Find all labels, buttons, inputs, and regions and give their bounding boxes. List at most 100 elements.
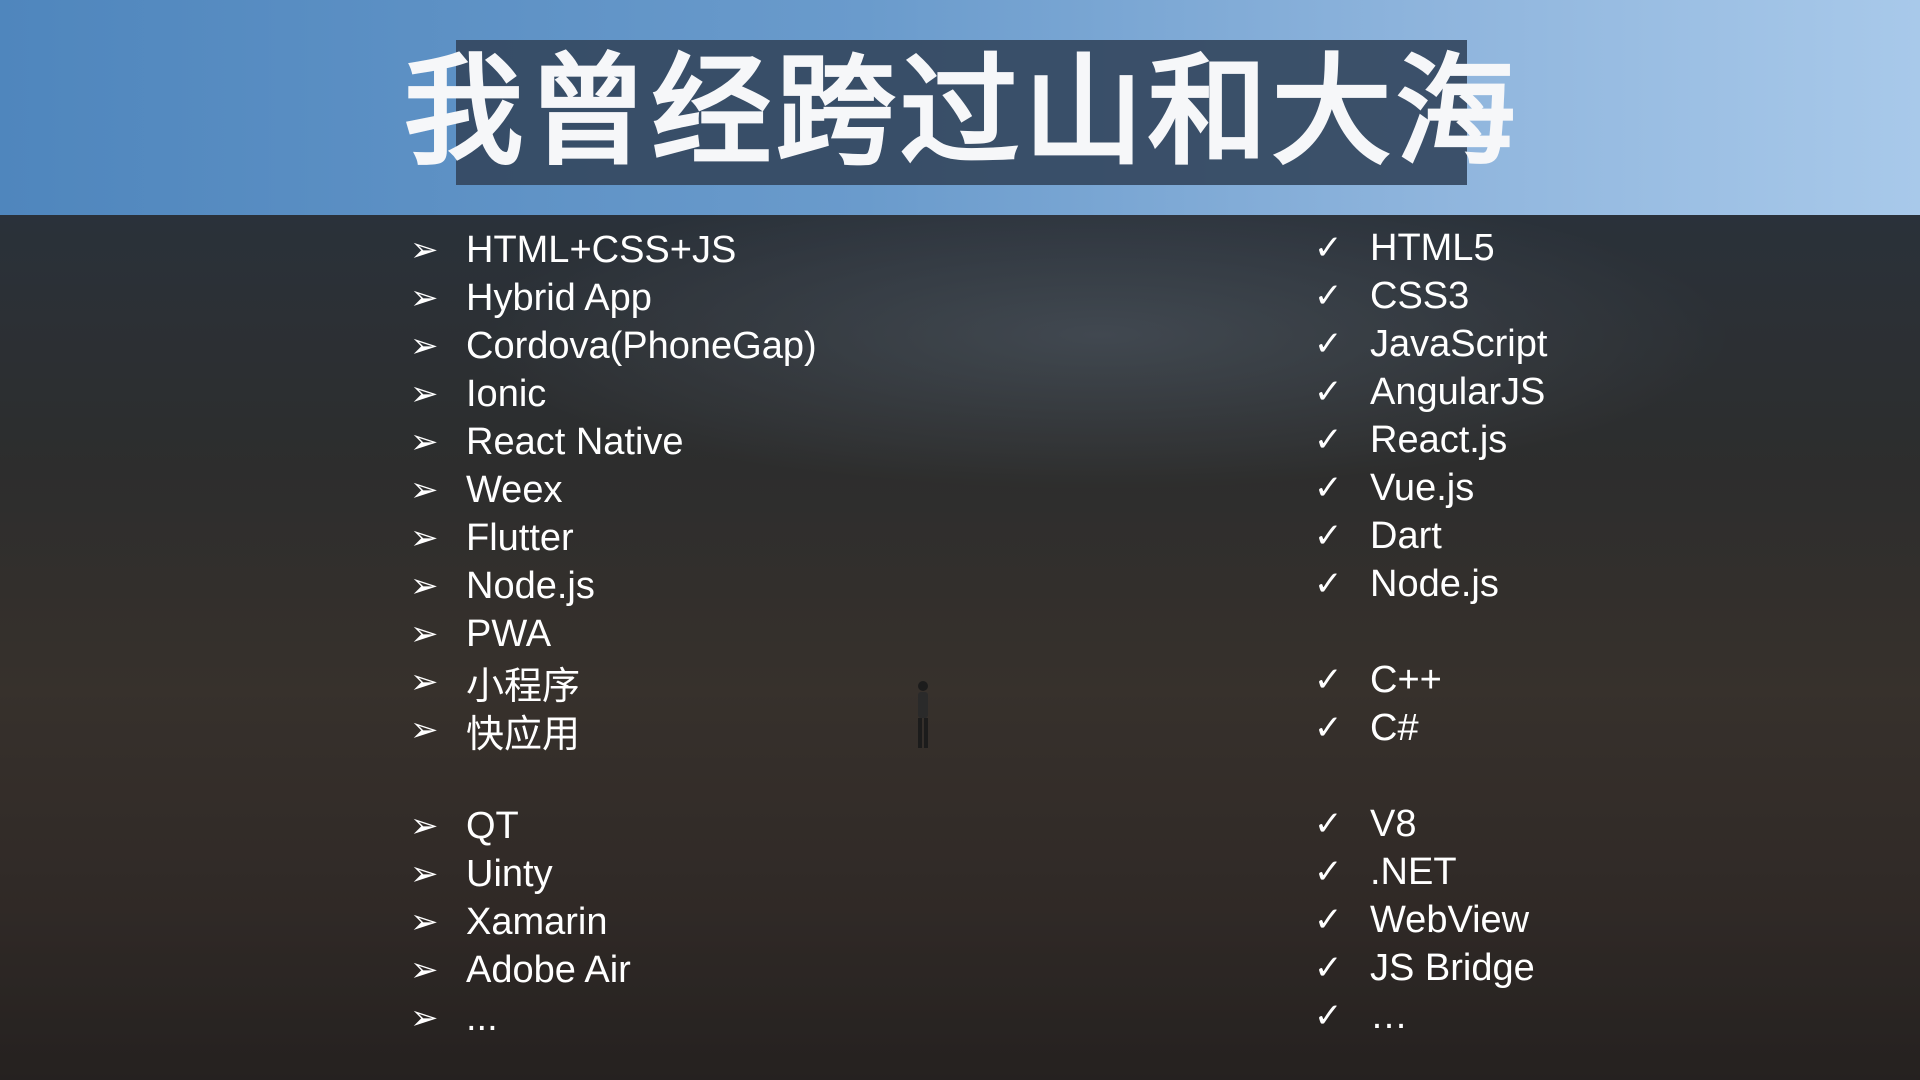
list-item-label: React.js — [1370, 418, 1508, 461]
check-mark-icon: ✓ — [1314, 373, 1343, 411]
check-mark-icon: ✓ — [1314, 853, 1343, 891]
list-spacer — [410, 754, 817, 802]
list-item: ➢ Cordova(PhoneGap) — [410, 322, 817, 370]
list-item-label: PWA — [466, 612, 552, 655]
arrowhead-bullet-icon: ➢ — [410, 279, 439, 317]
list-item: ✓ JavaScript — [1314, 320, 1547, 368]
arrowhead-bullet-icon: ➢ — [410, 903, 439, 941]
list-item: ➢ Flutter — [410, 514, 817, 562]
list-item-label: Node.js — [466, 564, 595, 607]
list-item: ✓ Vue.js — [1314, 464, 1547, 512]
list-item: ✓ C++ — [1314, 656, 1547, 704]
list-item-label: Uinty — [466, 852, 553, 895]
list-item-label: JavaScript — [1370, 322, 1548, 365]
arrowhead-bullet-icon: ➢ — [410, 663, 439, 701]
list-item-label: WebView — [1370, 898, 1530, 941]
list-item: ➢ Xamarin — [410, 898, 817, 946]
arrowhead-bullet-icon: ➢ — [410, 567, 439, 605]
list-item: ✓ C# — [1314, 704, 1547, 752]
check-mark-icon: ✓ — [1314, 325, 1343, 363]
list-item-label: HTML5 — [1370, 226, 1495, 269]
list-item-label: Weex — [466, 468, 563, 511]
list-item: ➢ Hybrid App — [410, 274, 817, 322]
check-mark-icon: ✓ — [1314, 229, 1343, 267]
list-item-label: CSS3 — [1370, 274, 1470, 317]
check-mark-icon: ✓ — [1314, 949, 1343, 987]
list-item-label: Dart — [1370, 514, 1442, 557]
title-banner: 我曾经跨过山和大海 — [404, 40, 1516, 185]
hiker-figure — [918, 681, 928, 748]
list-item: ➢ Uinty — [410, 850, 817, 898]
check-mark-icon: ✓ — [1314, 469, 1343, 507]
list-item: ✓ JS Bridge — [1314, 944, 1547, 992]
list-item: ✓ V8 — [1314, 800, 1547, 848]
check-mark-icon: ✓ — [1314, 709, 1343, 747]
list-item: ➢ Node.js — [410, 562, 817, 610]
list-item-label: React Native — [466, 420, 684, 463]
left-technology-list: ➢ HTML+CSS+JS ➢ Hybrid App ➢ Cordova(PhoneGap… — [410, 226, 817, 1042]
list-item: ➢ React Native — [410, 418, 817, 466]
list-item-label: Adobe Air — [466, 948, 631, 991]
list-item-label: Hybrid App — [466, 276, 652, 319]
slide-title: 我曾经跨过山和大海 — [403, 43, 1520, 182]
arrowhead-bullet-icon: ➢ — [410, 615, 439, 653]
list-item: ➢ QT — [410, 802, 817, 850]
check-mark-icon: ✓ — [1314, 805, 1343, 843]
arrowhead-bullet-icon: ➢ — [410, 471, 439, 509]
list-item-label: Ionic — [466, 372, 547, 415]
list-spacer — [1314, 752, 1547, 800]
dark-overlay — [0, 215, 1920, 1080]
list-item: ✓ HTML5 — [1314, 224, 1547, 272]
arrowhead-bullet-icon: ➢ — [410, 327, 439, 365]
list-item: ➢... — [410, 994, 817, 1042]
list-item: ➢ 快应用 — [410, 706, 817, 756]
arrowhead-bullet-icon: ➢ — [410, 375, 439, 413]
list-item-label: 快应用 — [466, 713, 581, 756]
list-item: ➢ PWA — [410, 610, 817, 658]
arrowhead-bullet-icon: ➢ — [410, 423, 439, 461]
list-item: ✓ .NET — [1314, 848, 1547, 896]
check-mark-icon: ✓ — [1314, 277, 1343, 315]
arrowhead-bullet-icon: ➢ — [410, 519, 439, 557]
list-item-label: QT — [466, 804, 519, 847]
list-item: ✓ CSS3 — [1314, 272, 1547, 320]
list-item: ➢ 小程序 — [410, 658, 817, 708]
list-item-label: Xamarin — [466, 900, 608, 943]
list-item: ✓ React.js — [1314, 416, 1547, 464]
list-item: ➢ Ionic — [410, 370, 817, 418]
list-spacer — [1314, 608, 1547, 656]
list-item-label: C++ — [1370, 658, 1442, 701]
list-item-label: 小程序 — [466, 665, 581, 708]
list-item-label: ... — [466, 996, 498, 1039]
list-item: ✓ AngularJS — [1314, 368, 1547, 416]
arrowhead-bullet-icon: ➢ — [410, 711, 439, 749]
list-item-label: V8 — [1370, 802, 1417, 845]
arrowhead-bullet-icon: ➢ — [410, 807, 439, 845]
check-mark-icon: ✓ — [1314, 565, 1343, 603]
list-item-label: Node.js — [1370, 562, 1499, 605]
list-item-label: Flutter — [466, 516, 574, 559]
arrowhead-bullet-icon: ➢ — [410, 855, 439, 893]
list-item-label: C# — [1370, 706, 1419, 749]
list-item: ➢ Weex — [410, 466, 817, 514]
list-item-label: .NET — [1370, 850, 1457, 893]
right-technology-list: ✓ HTML5 ✓ CSS3 ✓ JavaScript ✓ AngularJS ✓ React.j… — [1314, 224, 1547, 1040]
list-item-label: Cordova(PhoneGap) — [466, 324, 817, 367]
list-item-label: AngularJS — [1370, 370, 1546, 413]
check-mark-icon: ✓ — [1314, 997, 1343, 1035]
list-item-label: HTML+CSS+JS — [466, 228, 737, 271]
list-item: ➢ HTML+CSS+JS — [410, 226, 817, 274]
check-mark-icon: ✓ — [1314, 661, 1343, 699]
list-item: ✓ Node.js — [1314, 560, 1547, 608]
list-item-label: Vue.js — [1370, 466, 1475, 509]
check-mark-icon: ✓ — [1314, 421, 1343, 459]
arrowhead-bullet-icon: ➢ — [410, 999, 439, 1037]
list-item: ✓ WebView — [1314, 896, 1547, 944]
check-mark-icon: ✓ — [1314, 517, 1343, 555]
list-item: ➢ Adobe Air — [410, 946, 817, 994]
check-mark-icon: ✓ — [1314, 901, 1343, 939]
list-item: ✓ Dart — [1314, 512, 1547, 560]
arrowhead-bullet-icon: ➢ — [410, 231, 439, 269]
arrowhead-bullet-icon: ➢ — [410, 951, 439, 989]
list-item-label: … — [1370, 994, 1408, 1037]
